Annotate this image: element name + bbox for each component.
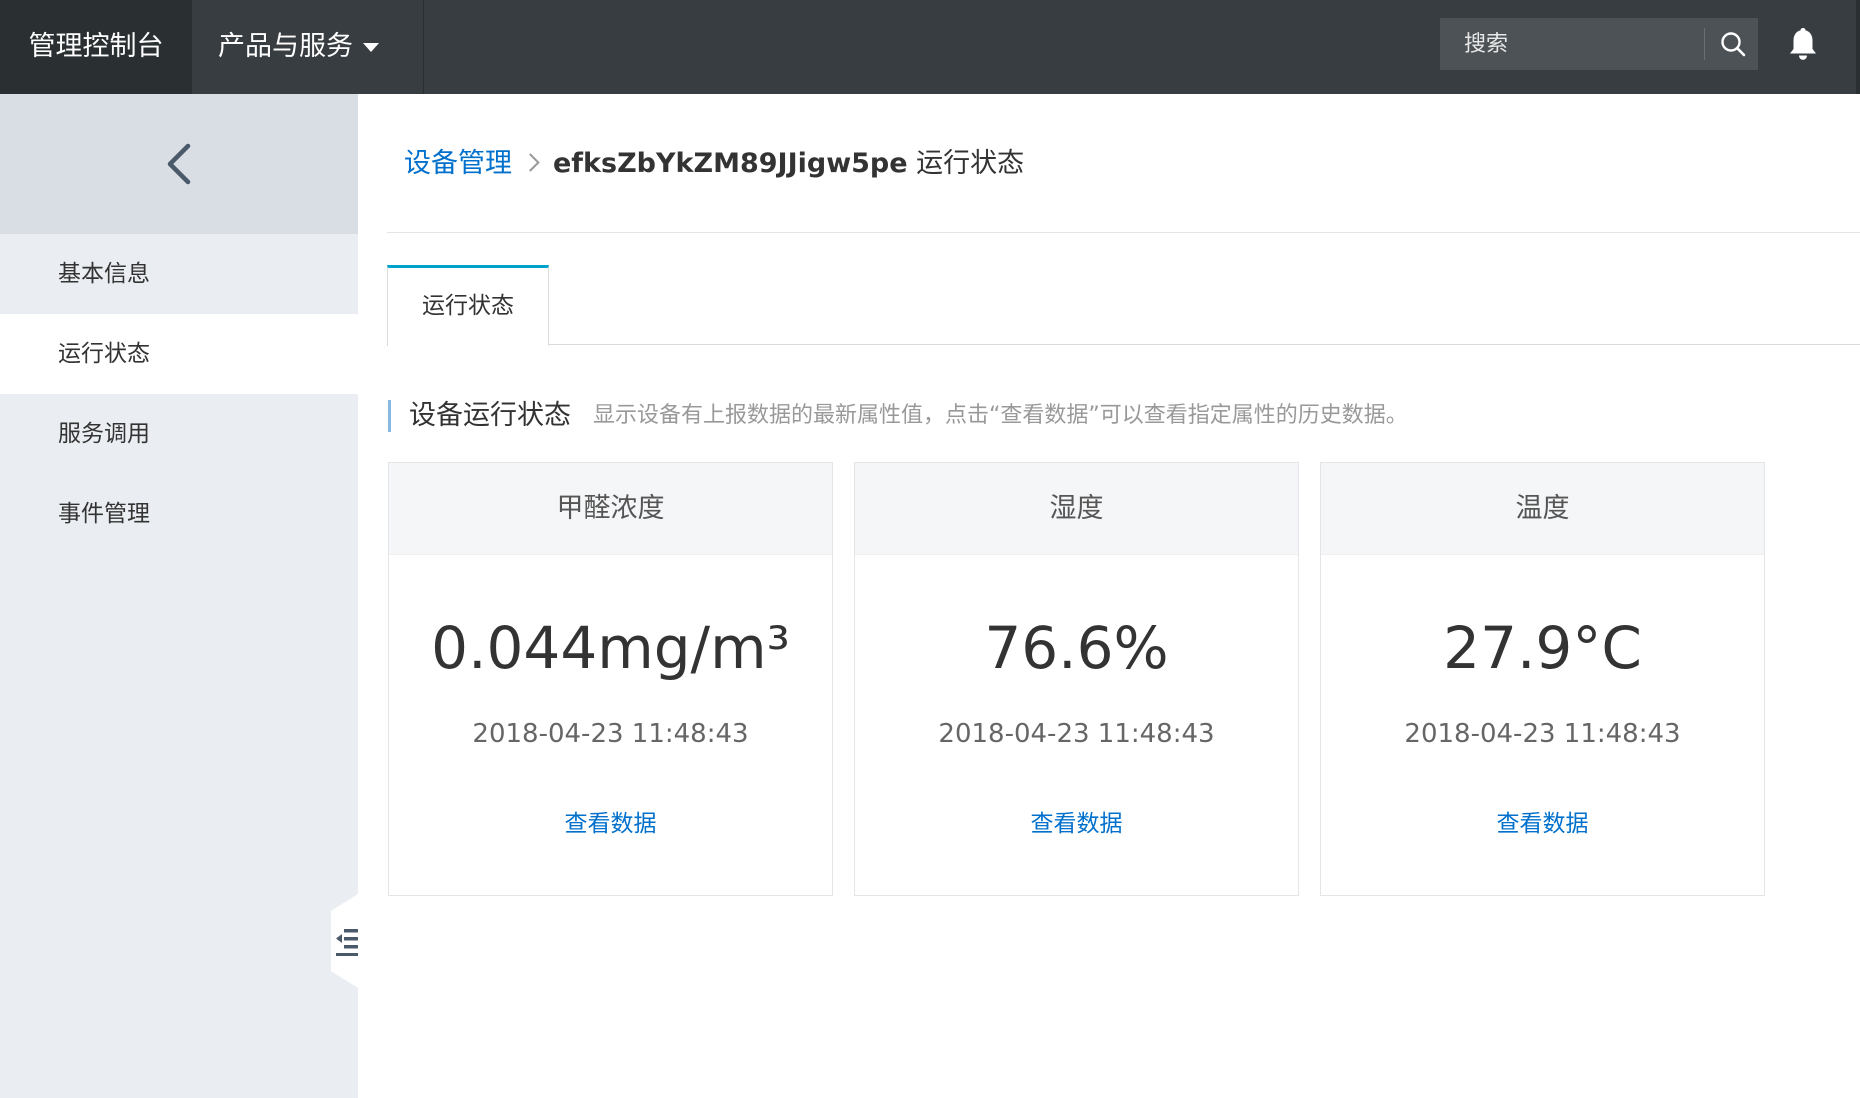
card-timestamp: 2018-04-23 11:48:43 — [938, 719, 1215, 749]
console-home-link[interactable]: 管理控制台 — [0, 0, 192, 94]
search-icon — [1721, 32, 1746, 57]
card-timestamp: 2018-04-23 11:48:43 — [1404, 719, 1681, 749]
top-navigation-bar: 管理控制台 产品与服务 — [0, 0, 1860, 94]
sidebar-collapse-toggle[interactable] — [331, 894, 358, 988]
header-divider — [387, 232, 1860, 233]
property-card-formaldehyde: 甲醛浓度 0.044mg/m³ 2018-04-23 11:48:43 查看数据 — [388, 462, 833, 896]
card-value: 0.044mg/m³ — [431, 614, 790, 682]
search-divider — [1704, 28, 1705, 60]
sidebar-item-service-call[interactable]: 服务调用 — [0, 394, 358, 474]
card-value: 76.6% — [984, 614, 1169, 682]
breadcrumb-device-id: efksZbYkZM89JJigw5pe — [553, 148, 908, 179]
view-data-link[interactable]: 查看数据 — [1321, 807, 1764, 841]
view-data-link[interactable]: 查看数据 — [855, 807, 1298, 841]
products-and-services-menu[interactable]: 产品与服务 — [192, 0, 424, 94]
section-header: 设备运行状态 显示设备有上报数据的最新属性值，点击“查看数据”可以查看指定属性的历… — [388, 400, 1408, 432]
caret-down-icon — [363, 43, 379, 52]
search-box — [1440, 18, 1758, 70]
property-card-humidity: 湿度 76.6% 2018-04-23 11:48:43 查看数据 — [854, 462, 1299, 896]
search-button[interactable] — [1708, 18, 1758, 70]
view-data-link[interactable]: 查看数据 — [389, 807, 832, 841]
bell-icon[interactable] — [1786, 26, 1820, 62]
section-description: 显示设备有上报数据的最新属性值，点击“查看数据”可以查看指定属性的历史数据。 — [593, 403, 1408, 428]
section-title: 设备运行状态 — [409, 400, 571, 431]
card-title: 温度 — [1321, 463, 1764, 555]
card-value: 27.9°C — [1443, 614, 1642, 682]
chevron-left-icon — [167, 143, 191, 185]
card-title: 甲醛浓度 — [389, 463, 832, 555]
topbar-edge — [1856, 0, 1860, 94]
card-timestamp: 2018-04-23 11:48:43 — [472, 719, 749, 749]
search-input[interactable] — [1440, 18, 1704, 70]
tab-running-status[interactable]: 运行状态 — [387, 265, 549, 346]
breadcrumb-page-name: 运行状态 — [916, 148, 1025, 179]
card-title: 湿度 — [855, 463, 1298, 555]
sidebar-item-running-status[interactable]: 运行状态 — [0, 314, 358, 394]
products-menu-label: 产品与服务 — [218, 31, 353, 62]
property-card-temperature: 温度 27.9°C 2018-04-23 11:48:43 查看数据 — [1320, 462, 1765, 896]
breadcrumb: 设备管理 efksZbYkZM89JJigw5pe 运行状态 — [404, 144, 1024, 184]
sidebar-item-basic-info[interactable]: 基本信息 — [0, 234, 358, 314]
breadcrumb-device-management[interactable]: 设备管理 — [404, 148, 512, 179]
back-button[interactable] — [0, 94, 358, 234]
chevron-right-icon — [521, 153, 540, 172]
tab-bar-line — [387, 344, 1860, 345]
sidebar: 基本信息 运行状态 服务调用 事件管理 — [0, 94, 358, 1098]
sidebar-item-event-management[interactable]: 事件管理 — [0, 474, 358, 554]
menu-collapse-icon — [336, 929, 358, 956]
